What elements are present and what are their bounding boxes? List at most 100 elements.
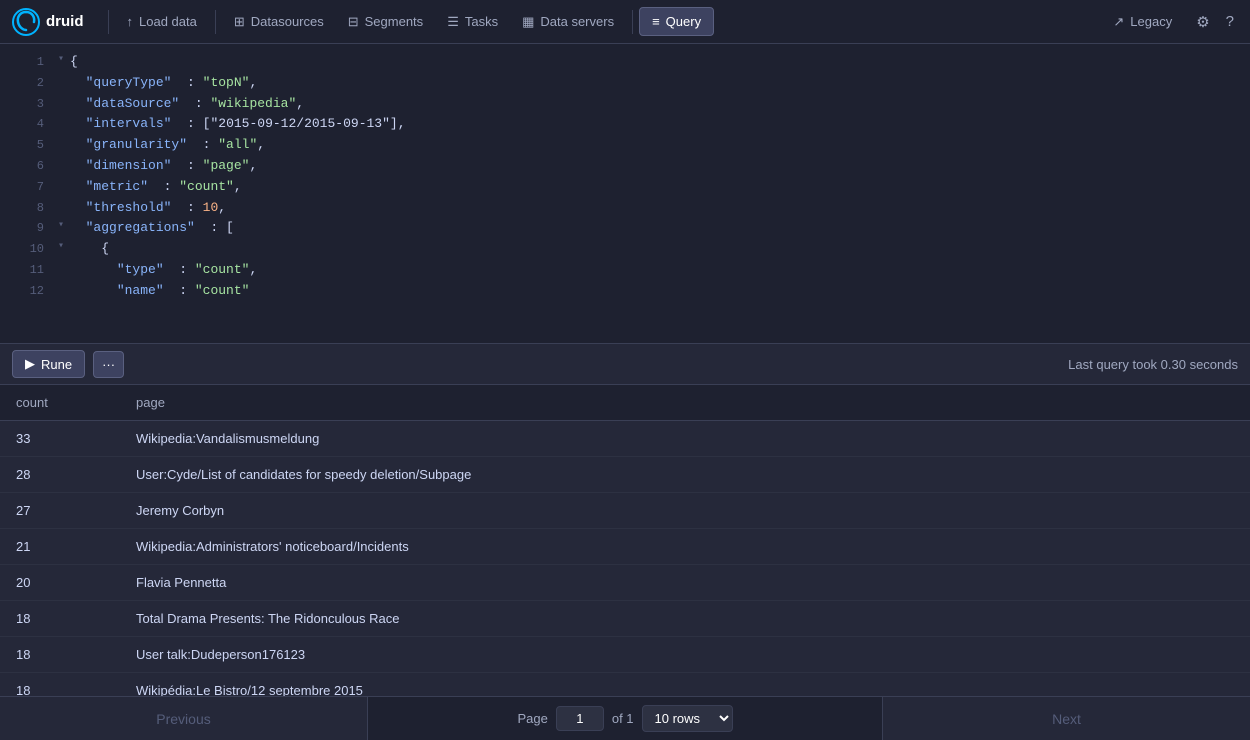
line-content: "intervals" : ["2015-09-12/2015-09-13"], bbox=[70, 114, 406, 135]
cell-count: 33 bbox=[0, 421, 120, 457]
table-row: 20Flavia Pennetta bbox=[0, 565, 1250, 601]
table-row: 21Wikipedia:Administrators' noticeboard/… bbox=[0, 529, 1250, 565]
nav-right: ↗ Legacy ⚙ ? bbox=[1101, 8, 1238, 36]
nav-divider-2 bbox=[215, 10, 216, 34]
cell-page: Flavia Pennetta bbox=[120, 565, 1250, 601]
page-of-label: of 1 bbox=[612, 711, 634, 726]
page-label: Page bbox=[517, 711, 547, 726]
line-number: 4 bbox=[16, 114, 44, 134]
cell-count: 21 bbox=[0, 529, 120, 565]
cell-count: 18 bbox=[0, 637, 120, 673]
settings-icon[interactable]: ⚙ bbox=[1192, 9, 1213, 35]
line-number: 1 bbox=[16, 52, 44, 72]
segments-icon: ⊟ bbox=[348, 14, 359, 30]
code-line: 8 "threshold" : 10, bbox=[0, 198, 1250, 219]
run-icon: ▶ bbox=[25, 356, 35, 372]
line-number: 3 bbox=[16, 94, 44, 114]
nav-divider-3 bbox=[632, 10, 633, 34]
nav-divider bbox=[108, 10, 109, 34]
cell-page: Wikipedia:Administrators' noticeboard/In… bbox=[120, 529, 1250, 565]
query-status: Last query took 0.30 seconds bbox=[1068, 357, 1238, 372]
line-number: 12 bbox=[16, 281, 44, 301]
code-line: 3 "dataSource" : "wikipedia", bbox=[0, 94, 1250, 115]
table-row: 33Wikipedia:Vandalismusmeldung bbox=[0, 421, 1250, 457]
cell-count: 18 bbox=[0, 601, 120, 637]
line-number: 6 bbox=[16, 156, 44, 176]
code-line: 1 ▾{ bbox=[0, 52, 1250, 73]
line-number: 8 bbox=[16, 198, 44, 218]
line-content: "queryType" : "topN", bbox=[70, 73, 257, 94]
help-icon[interactable]: ? bbox=[1222, 9, 1238, 34]
navbar: druid ↑ Load data ⊞ Datasources ⊟ Segmen… bbox=[0, 0, 1250, 44]
brand: druid bbox=[12, 8, 84, 36]
code-line: 5 "granularity" : "all", bbox=[0, 135, 1250, 156]
line-number: 5 bbox=[16, 135, 44, 155]
cell-page: Total Drama Presents: The Ridonculous Ra… bbox=[120, 601, 1250, 637]
pagination-bar: Previous Page of 1 10 rows25 rows50 rows… bbox=[0, 696, 1250, 740]
rows-per-page-select[interactable]: 10 rows25 rows50 rows100 rows bbox=[642, 705, 733, 732]
line-content: "granularity" : "all", bbox=[70, 135, 265, 156]
query-icon: ≡ bbox=[652, 14, 660, 29]
line-content: { bbox=[70, 239, 109, 260]
cell-page: User:Cyde/List of candidates for speedy … bbox=[120, 457, 1250, 493]
cell-count: 28 bbox=[0, 457, 120, 493]
cell-count: 27 bbox=[0, 493, 120, 529]
toolbar: ▶ Rune ··· Last query took 0.30 seconds bbox=[0, 344, 1250, 385]
page-center: Page of 1 10 rows25 rows50 rows100 rows bbox=[368, 705, 882, 732]
nav-item-segments[interactable]: ⊟ Segments bbox=[336, 8, 435, 36]
line-content: "dataSource" : "wikipedia", bbox=[70, 94, 304, 115]
table-row: 27Jeremy Corbyn bbox=[0, 493, 1250, 529]
page-input[interactable] bbox=[556, 706, 604, 731]
more-button[interactable]: ··· bbox=[93, 351, 124, 378]
nav-item-datasources[interactable]: ⊞ Datasources bbox=[222, 8, 336, 36]
nav-item-data-servers[interactable]: ▦ Data servers bbox=[510, 8, 626, 36]
nav-item-tasks[interactable]: ☰ Tasks bbox=[435, 8, 510, 36]
run-button[interactable]: ▶ Rune bbox=[12, 350, 85, 378]
fold-indicator[interactable]: ▾ bbox=[56, 52, 66, 68]
nav-item-load-data[interactable]: ↑ Load data bbox=[115, 8, 209, 35]
line-number: 10 bbox=[16, 239, 44, 259]
upload-icon: ↑ bbox=[127, 14, 134, 29]
datasources-icon: ⊞ bbox=[234, 14, 245, 30]
code-line: 9 ▾ "aggregations" : [ bbox=[0, 218, 1250, 239]
table-header-row: count page bbox=[0, 385, 1250, 421]
next-button[interactable]: Next bbox=[882, 697, 1250, 740]
table-row: 18Wikipédia:Le Bistro/12 septembre 2015 bbox=[0, 673, 1250, 697]
code-line: 7 "metric" : "count", bbox=[0, 177, 1250, 198]
line-number: 9 bbox=[16, 218, 44, 238]
code-line: 6 "dimension" : "page", bbox=[0, 156, 1250, 177]
code-line: 12 "name" : "count" bbox=[0, 281, 1250, 302]
code-line: 10 ▾ { bbox=[0, 239, 1250, 260]
code-line: 4 "intervals" : ["2015-09-12/2015-09-13"… bbox=[0, 114, 1250, 135]
nav-item-query[interactable]: ≡ Query bbox=[639, 7, 714, 36]
brand-name: druid bbox=[46, 13, 84, 30]
table-row: 28User:Cyde/List of candidates for speed… bbox=[0, 457, 1250, 493]
cell-count: 20 bbox=[0, 565, 120, 601]
tasks-icon: ☰ bbox=[447, 14, 459, 30]
table-row: 18User talk:Dudeperson176123 bbox=[0, 637, 1250, 673]
line-number: 2 bbox=[16, 73, 44, 93]
fold-indicator[interactable]: ▾ bbox=[56, 218, 66, 234]
results-area: count page 33Wikipedia:Vandalismusmeldun… bbox=[0, 385, 1250, 696]
nav-legacy[interactable]: ↗ Legacy bbox=[1101, 8, 1184, 36]
results-table: count page 33Wikipedia:Vandalismusmeldun… bbox=[0, 385, 1250, 696]
table-row: 18Total Drama Presents: The Ridonculous … bbox=[0, 601, 1250, 637]
line-content: "name" : "count" bbox=[70, 281, 249, 302]
line-number: 11 bbox=[16, 260, 44, 280]
fold-indicator[interactable]: ▾ bbox=[56, 239, 66, 255]
column-header-count: count bbox=[0, 385, 120, 421]
druid-logo-icon bbox=[12, 8, 40, 36]
code-editor[interactable]: 1▾{2 "queryType" : "topN",3 "dataSource"… bbox=[0, 44, 1250, 344]
line-content: { bbox=[70, 52, 78, 73]
external-link-icon: ↗ bbox=[1113, 14, 1124, 30]
line-content: "dimension" : "page", bbox=[70, 156, 257, 177]
line-content: "aggregations" : [ bbox=[70, 218, 234, 239]
code-line: 11 "type" : "count", bbox=[0, 260, 1250, 281]
cell-page: Wikipédia:Le Bistro/12 septembre 2015 bbox=[120, 673, 1250, 697]
cell-count: 18 bbox=[0, 673, 120, 697]
column-header-page: page bbox=[120, 385, 1250, 421]
previous-button[interactable]: Previous bbox=[0, 697, 368, 740]
cell-page: User talk:Dudeperson176123 bbox=[120, 637, 1250, 673]
cell-page: Jeremy Corbyn bbox=[120, 493, 1250, 529]
data-servers-icon: ▦ bbox=[522, 14, 534, 30]
